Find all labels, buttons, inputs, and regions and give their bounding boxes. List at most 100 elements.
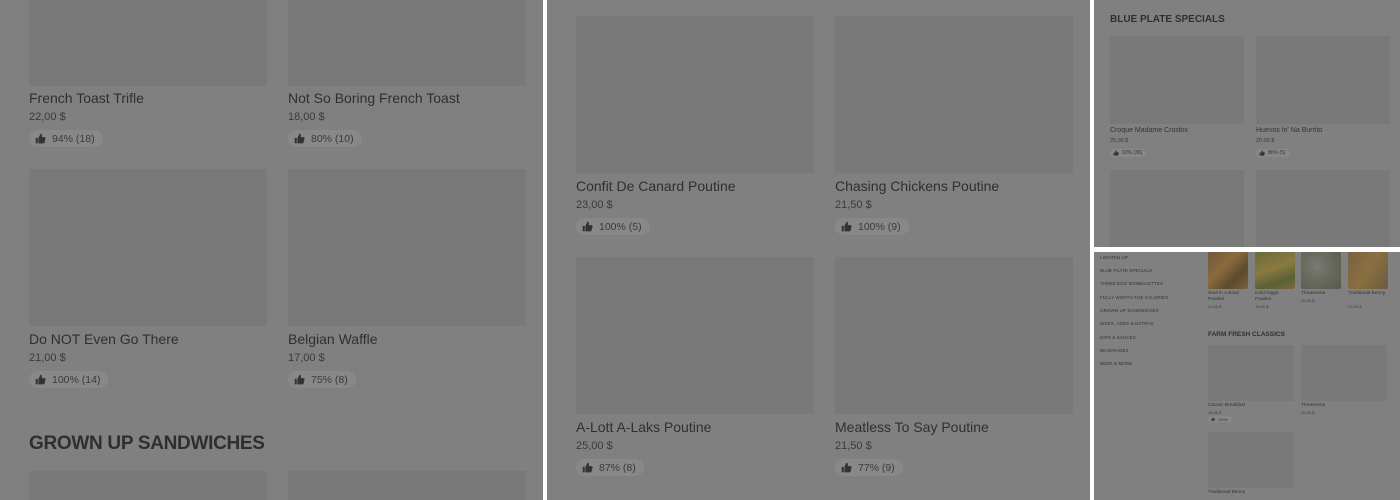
item-name[interactable]: Threesome — [1301, 291, 1341, 297]
item-name[interactable]: French Toast Trifle — [29, 90, 144, 106]
item-name[interactable]: Belgian Waffle — [288, 331, 378, 347]
category-link[interactable]: DIPS & SAUCES — [1100, 335, 1136, 340]
item-price: 16,00 $ — [1208, 410, 1222, 415]
item-name[interactable]: Traditional Benny — [1208, 490, 1245, 496]
item-name[interactable]: Do NOT Even Go There — [29, 331, 179, 347]
item-image[interactable] — [29, 0, 267, 86]
rating-badge: 92% (36) — [1110, 149, 1147, 157]
thumbs-up-icon — [35, 374, 46, 385]
category-link[interactable]: THREE EGG BOMBALETTES — [1100, 281, 1163, 286]
item-name[interactable]: Threesome — [1301, 403, 1325, 409]
rating-value: 100% — [1218, 416, 1229, 422]
rating-value: 100% (9) — [858, 220, 901, 233]
section-title: BLUE PLATE SPECIALS — [1110, 14, 1225, 25]
item-price: 21,00 $ — [1208, 304, 1222, 309]
item-price: 20,00 $ — [1301, 410, 1315, 415]
item-price: 25,00 $ — [576, 440, 613, 452]
rating-badge: 100% (5) — [576, 218, 650, 235]
item-image[interactable] — [1208, 432, 1294, 488]
item-image[interactable] — [29, 471, 267, 500]
category-link[interactable]: BEVERAGES — [1100, 348, 1129, 353]
thumbs-up-icon — [1113, 150, 1119, 156]
item-price: 21,00 $ — [29, 352, 66, 364]
thumbs-up-icon — [841, 462, 852, 473]
category-link[interactable]: FULLY WORTH THE CALORIES — [1100, 295, 1168, 300]
item-name[interactable]: Soul In A Bowl Poutine — [1208, 291, 1248, 302]
thumbs-up-icon — [582, 462, 593, 473]
item-image[interactable] — [29, 169, 267, 326]
item-image[interactable] — [1255, 252, 1295, 289]
item-image[interactable] — [1348, 252, 1388, 289]
item-image[interactable] — [288, 0, 526, 86]
rating-value: 87% (8) — [599, 461, 636, 474]
item-image[interactable] — [1110, 170, 1244, 247]
thumbs-up-icon — [841, 221, 852, 232]
category-link[interactable]: BLUE PLATE SPECIALS — [1100, 268, 1152, 273]
item-price: 19,00 $ — [1255, 304, 1269, 309]
item-price: 17,00 $ — [288, 352, 325, 364]
item-name[interactable]: Chasing Chickens Poutine — [835, 178, 999, 194]
category-link[interactable]: GROWN UP SANDWICHES — [1100, 308, 1159, 313]
rating-badge: 75% (8) — [288, 371, 356, 388]
category-link[interactable]: BEER & MORE — [1100, 361, 1132, 366]
item-image[interactable] — [835, 257, 1073, 414]
rating-value: 75% (8) — [311, 373, 348, 386]
item-name[interactable]: Meatless To Say Poutine — [835, 419, 989, 435]
rating-badge: 100% — [1208, 416, 1233, 422]
item-name[interactable]: Not So Boring French Toast — [288, 90, 460, 106]
rating-badge: 77% (9) — [835, 459, 903, 476]
item-price: 21,00 $ — [1348, 304, 1362, 309]
thumbs-up-icon — [1211, 417, 1215, 421]
item-price: 20,00 $ — [1301, 298, 1315, 303]
item-image[interactable] — [1110, 36, 1244, 124]
category-link[interactable]: SIDES, ADDS & EXTRAS — [1100, 321, 1154, 326]
item-price: 20,00 $ — [1256, 138, 1275, 144]
item-image[interactable] — [1256, 36, 1390, 124]
rating-value: 92% (36) — [1122, 150, 1143, 156]
item-image[interactable] — [576, 257, 814, 414]
item-image[interactable] — [288, 471, 526, 500]
item-price: 21,50 $ — [835, 440, 872, 452]
item-image[interactable] — [835, 16, 1073, 173]
item-image[interactable] — [288, 169, 526, 326]
item-name[interactable]: Classic Breakfast — [1208, 403, 1245, 409]
item-price: 25,00 $ — [1110, 138, 1129, 144]
rating-badge: 100% (14) — [29, 371, 109, 388]
item-price: 23,00 $ — [576, 199, 613, 211]
item-image[interactable] — [1208, 252, 1248, 289]
thumbs-up-icon — [1259, 150, 1265, 156]
section-title: GROWN UP SANDWICHES — [29, 433, 265, 454]
menu-panel-breakfast: French Toast Trifle 22,00 $ 94% (18) Not… — [0, 0, 543, 500]
item-price: 22,00 $ — [29, 111, 66, 123]
category-link[interactable]: LIGHTEN UP — [1100, 255, 1128, 260]
item-name[interactable]: Croque Madame Crostini — [1110, 127, 1188, 134]
item-price: 18,00 $ — [288, 111, 325, 123]
thumbs-up-icon — [582, 221, 593, 232]
item-name[interactable]: A-Lott A-Laks Poutine — [576, 419, 711, 435]
rating-value: 100% (5) — [599, 220, 642, 233]
thumbs-up-icon — [294, 374, 305, 385]
section-title: FARM FRESH CLASSICS — [1208, 331, 1285, 338]
item-image[interactable] — [1301, 345, 1387, 401]
item-name[interactable]: Cold Diggs Poutine — [1255, 291, 1295, 302]
menu-panel-blue-plate: BLUE PLATE SPECIALS Croque Madame Crosti… — [1094, 0, 1400, 247]
rating-value: 100% (14) — [52, 373, 101, 386]
rating-badge: 100% (9) — [835, 218, 909, 235]
item-name[interactable]: Traditional Benny — [1348, 291, 1388, 297]
item-image[interactable] — [1301, 252, 1341, 289]
item-name[interactable]: Confit De Canard Poutine — [576, 178, 736, 194]
item-image[interactable] — [576, 16, 814, 173]
rating-badge: 80% (5) — [1256, 149, 1290, 157]
rating-badge: 87% (8) — [576, 459, 644, 476]
menu-panel-overview: LIGHTEN UP BLUE PLATE SPECIALS THREE EGG… — [1094, 252, 1400, 500]
item-price: 21,50 $ — [835, 199, 872, 211]
thumbs-up-icon — [294, 133, 305, 144]
rating-value: 80% (10) — [311, 132, 354, 145]
rating-badge: 80% (10) — [288, 130, 362, 147]
item-image[interactable] — [1256, 170, 1390, 247]
item-image[interactable] — [1208, 345, 1294, 401]
rating-value: 94% (18) — [52, 132, 95, 145]
rating-value: 77% (9) — [858, 461, 895, 474]
thumbs-up-icon — [35, 133, 46, 144]
item-name[interactable]: Huevos In' Na Burrito — [1256, 127, 1322, 134]
